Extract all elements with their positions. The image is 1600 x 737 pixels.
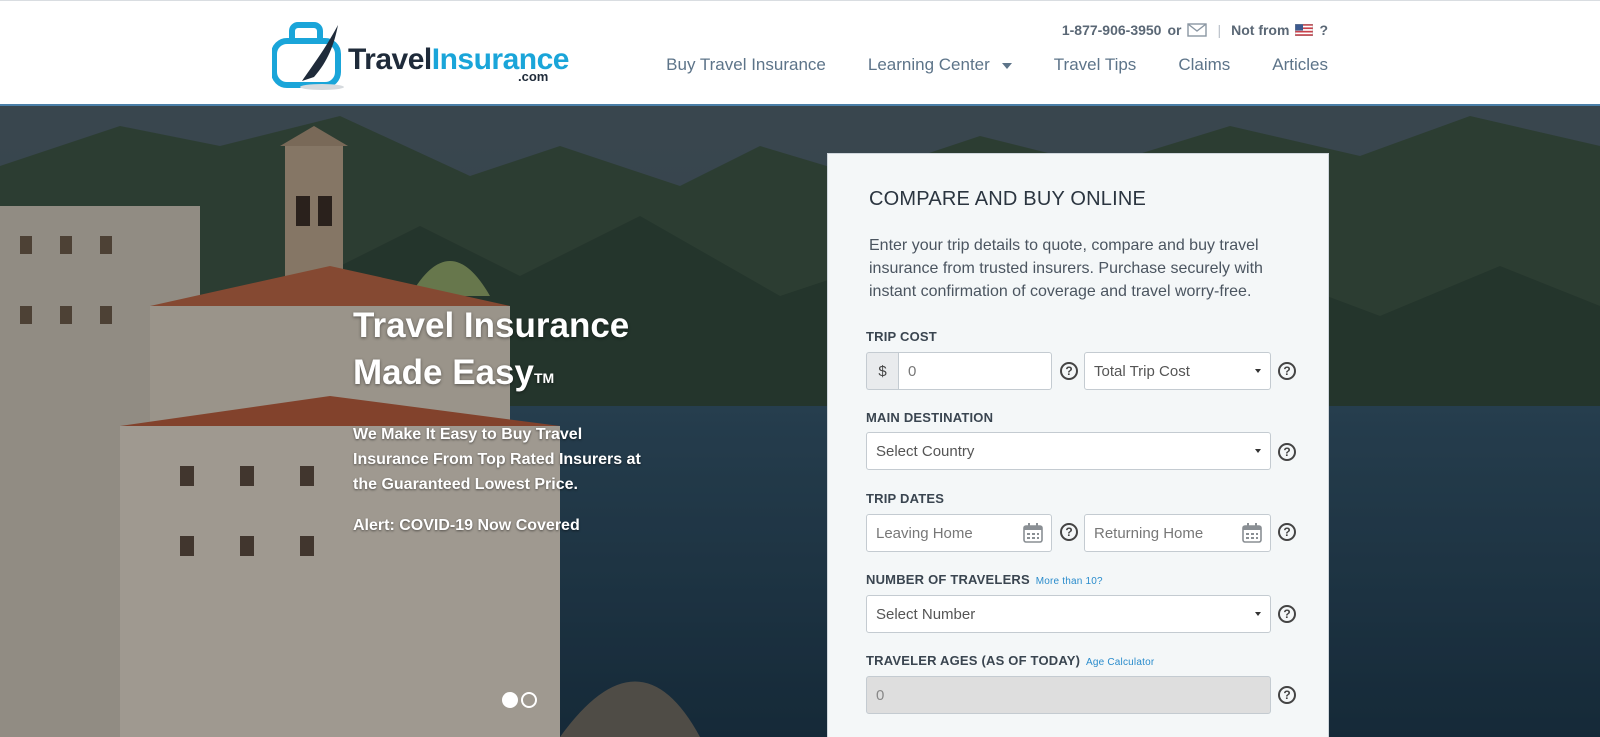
covid-alert: Alert: COVID-19 Now Covered [353, 517, 580, 534]
logo-insurance-text: Insurance [431, 43, 570, 76]
coastal-town-background-image [0, 106, 1600, 737]
hero-title: Travel Insurance Made EasyTM [353, 302, 653, 396]
calendar-icon[interactable] [1022, 522, 1044, 544]
help-icon[interactable]: ? [1278, 686, 1296, 704]
nav-learning-center[interactable]: Learning Center [868, 55, 1012, 75]
ages-label-text: TRAVELER AGES (AS OF TODAY) [866, 653, 1081, 668]
nav-travel-tips[interactable]: Travel Tips [1054, 55, 1137, 75]
nav-label: Travel Tips [1053, 55, 1137, 74]
currency-prefix: $ [866, 352, 898, 390]
help-icon[interactable]: ? [1060, 523, 1078, 541]
travelers-label: NUMBER OF TRAVELERS More than 10? [866, 572, 1103, 587]
input-placeholder: Returning Home [1094, 524, 1204, 542]
phone-or-text: or [1167, 22, 1182, 38]
hero-subtitle: We Make It Easy to Buy Travel Insurance … [353, 426, 641, 493]
travelers-select[interactable]: Select Number [866, 595, 1271, 633]
utility-divider: | [1217, 22, 1222, 38]
phone-number[interactable]: 1-877-906-3950 [1062, 22, 1162, 38]
nav-label: Articles [1272, 55, 1328, 74]
carousel-dots [502, 692, 537, 708]
main-nav: Buy Travel Insurance Learning Center Tra… [666, 55, 1328, 75]
returning-date-input[interactable]: Returning Home [1084, 514, 1271, 552]
utility-bar: 1-877-906-3950 or | Not from ? [1062, 22, 1328, 38]
carousel-dot-1[interactable] [502, 692, 518, 708]
help-icon[interactable]: ? [1278, 605, 1296, 623]
age-calculator-link[interactable]: Age Calculator [1086, 657, 1154, 668]
logo-travel-text: Travel [348, 43, 432, 76]
traveler-ages-input[interactable]: 0 [866, 676, 1271, 714]
trip-cost-input[interactable]: 0 [898, 352, 1052, 390]
hero-title-line2: Made Easy [353, 353, 534, 392]
nav-label: Buy Travel Insurance [666, 55, 826, 74]
nav-label: Claims [1178, 55, 1231, 74]
mail-icon[interactable] [1187, 23, 1208, 37]
logo-com-text: .com [518, 69, 549, 84]
travelers-label-text: NUMBER OF TRAVELERS [866, 572, 1030, 587]
hero-text-block: Travel Insurance Made EasyTM We Make It … [353, 302, 653, 535]
help-icon[interactable]: ? [1278, 523, 1296, 541]
chevron-down-icon [1255, 369, 1261, 373]
site-header: TravelInsurance .com 1-877-906-3950 or |… [0, 0, 1600, 106]
help-icon[interactable]: ? [1060, 362, 1078, 380]
nav-buy-travel-insurance[interactable]: Buy Travel Insurance [666, 55, 826, 75]
chevron-down-icon [1255, 612, 1261, 616]
nav-claims[interactable]: Claims [1178, 55, 1230, 75]
calendar-icon[interactable] [1241, 522, 1263, 544]
help-icon[interactable]: ? [1278, 443, 1296, 461]
leaving-date-input[interactable]: Leaving Home [866, 514, 1052, 552]
help-icon[interactable]: ? [1278, 362, 1296, 380]
suitcase-plane-icon [272, 22, 344, 90]
trip-cost-label: TRIP COST [866, 329, 937, 344]
hero-banner: Travel Insurance Made EasyTM We Make It … [0, 106, 1600, 737]
trademark-symbol: TM [533, 370, 555, 386]
more-than-10-link[interactable]: More than 10? [1036, 576, 1103, 587]
chevron-down-icon [1255, 449, 1261, 453]
select-value: Select Number [876, 605, 976, 623]
quote-form: COMPARE AND BUY ONLINE Enter your trip d… [827, 153, 1329, 737]
carousel-dot-2[interactable] [521, 692, 537, 708]
ages-label: TRAVELER AGES (AS OF TODAY) Age Calculat… [866, 653, 1154, 668]
site-logo[interactable]: TravelInsurance .com [272, 21, 569, 91]
not-from-label[interactable]: Not from [1231, 22, 1289, 38]
not-from-suffix: ? [1319, 22, 1328, 38]
chevron-down-icon[interactable] [1001, 63, 1012, 69]
trip-dates-label: TRIP DATES [866, 491, 945, 506]
hero-title-line1: Travel Insurance [353, 306, 630, 345]
us-flag-icon[interactable] [1295, 24, 1314, 36]
nav-articles[interactable]: Articles [1272, 55, 1328, 75]
form-title: COMPARE AND BUY ONLINE [869, 188, 1147, 210]
trip-cost-type-select[interactable]: Total Trip Cost [1084, 352, 1271, 390]
destination-label: MAIN DESTINATION [866, 410, 994, 425]
country-select[interactable]: Select Country [866, 432, 1271, 470]
nav-label: Learning Center [867, 55, 990, 74]
input-placeholder: Leaving Home [876, 524, 973, 542]
select-value: Total Trip Cost [1094, 362, 1190, 380]
select-value: Select Country [876, 442, 975, 460]
form-description: Enter your trip details to quote, compar… [869, 237, 1263, 300]
